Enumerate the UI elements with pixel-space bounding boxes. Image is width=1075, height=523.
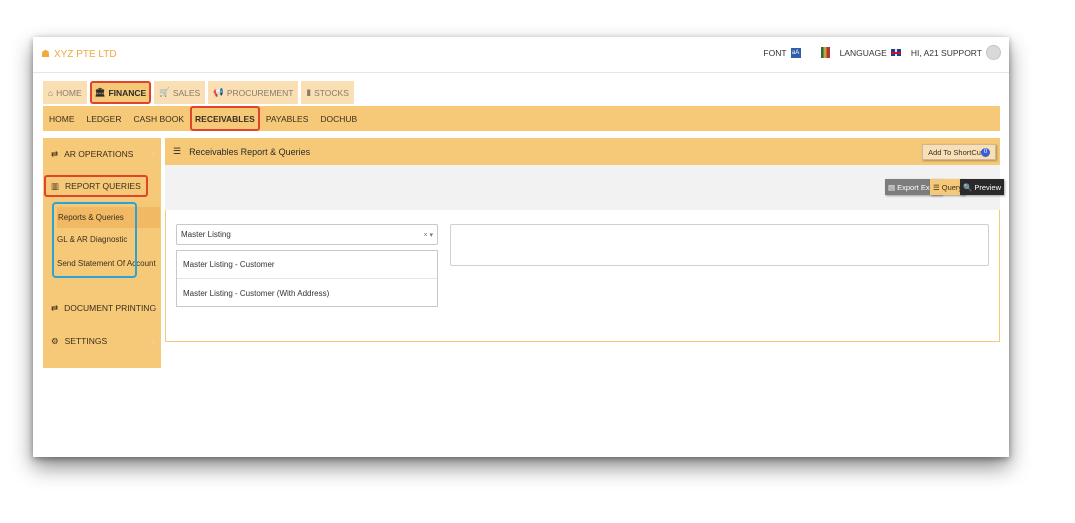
subnav-home[interactable]: HOME	[43, 106, 81, 131]
list-icon: ☰	[933, 182, 940, 192]
book-icon[interactable]	[820, 47, 830, 58]
subnav-payables[interactable]: PAYABLES	[260, 106, 315, 131]
swap-icon: ⇄	[51, 148, 59, 159]
chevron-right-icon: ›	[151, 148, 155, 160]
dropdown-option-master-customer[interactable]: Master Listing - Customer	[177, 251, 437, 279]
highlight-box	[52, 202, 137, 278]
home-icon: ⌂	[48, 87, 54, 98]
file-excel-icon: ▤	[888, 182, 896, 192]
report-select[interactable]: Master Listing × ▾	[176, 224, 438, 245]
page-title: ☰ Receivables Report & Queries	[173, 146, 311, 157]
chevron-right-icon: ›	[151, 302, 155, 314]
user-greeting[interactable]: HI, A21 SUPPORT	[911, 48, 982, 58]
report-parameters-box	[450, 224, 989, 266]
font-label: FONT	[763, 47, 787, 58]
sidebar-item-settings[interactable]: ⚙ SETTINGS ›	[43, 327, 161, 355]
top-header: ☗ XYZ PTE LTD FONT aA LANGUAGE HI, A21 S…	[33, 37, 1009, 73]
main-header: ☰ Receivables Report & Queries Add To Sh…	[165, 138, 1000, 165]
clear-chevron-icon[interactable]: × ▾	[423, 231, 433, 239]
menu-icon[interactable]: ☰	[173, 146, 181, 157]
bar-chart-icon: ▮	[306, 87, 312, 97]
app-window: ☗ XYZ PTE LTD FONT aA LANGUAGE HI, A21 S…	[33, 37, 1009, 457]
sub-navigation: HOME LEDGER CASH BOOK RECEIVABLES PAYABL…	[43, 106, 1000, 131]
subnav-receivables[interactable]: RECEIVABLES	[190, 106, 260, 131]
report-toolbar: ▤ Export Excel ☰ Query 🔍 Preview	[165, 165, 1005, 210]
report-dropdown: Master Listing - Customer Master Listing…	[176, 250, 438, 307]
report-select-value: Master Listing	[181, 230, 231, 239]
sidebar-item-document-printing[interactable]: ⇄ DOCUMENT PRINTING ›	[43, 294, 161, 322]
chevron-right-icon: ›	[151, 335, 155, 347]
gears-icon: ⚙	[51, 335, 59, 346]
language-label: LANGUAGE	[839, 47, 887, 58]
company-name: XYZ PTE LTD	[53, 49, 117, 60]
sidebar-item-report-queries[interactable]: ▥ REPORT QUERIES	[44, 175, 148, 197]
dropdown-option-master-customer-address[interactable]: Master Listing - Customer (With Address)	[177, 279, 437, 307]
subnav-ledger[interactable]: LEDGER	[81, 106, 128, 131]
bar-chart-icon: ▥	[51, 180, 60, 191]
cart-icon: 🛒	[159, 87, 170, 97]
add-to-shortcut-button[interactable]: Add To ShortCut 0	[922, 144, 996, 160]
sidebar-item-ar-operations[interactable]: ⇄ AR OPERATIONS ›	[43, 140, 161, 168]
font-size-icon[interactable]: aA	[790, 47, 801, 58]
shortcut-count-badge: 0	[981, 147, 990, 157]
bank-icon: 🏛	[94, 87, 106, 97]
company-brand[interactable]: ☗ XYZ PTE LTD	[41, 49, 117, 60]
tab-procurement[interactable]: 📢 PROCUREMENT	[208, 81, 299, 104]
tab-stocks[interactable]: ▮ STOCKS	[301, 81, 354, 104]
subnav-dochub[interactable]: DOCHUB	[314, 106, 363, 131]
swap-icon: ⇄	[51, 302, 59, 313]
search-icon: 🔍	[963, 182, 973, 192]
tab-finance[interactable]: 🏛 FINANCE	[89, 81, 152, 104]
tab-sales[interactable]: 🛒 SALES	[154, 81, 206, 104]
uk-flag-icon[interactable]	[890, 49, 901, 56]
tab-home[interactable]: ⌂ HOME	[43, 81, 87, 104]
module-tabs: ⌂ HOME 🏛 FINANCE 🛒 SALES 📢 PROCUREMENT ▮…	[43, 81, 354, 104]
avatar[interactable]	[986, 45, 1001, 60]
preview-button[interactable]: 🔍 Preview	[960, 179, 1005, 195]
header-actions: FONT aA LANGUAGE HI, A21 SUPPORT	[755, 45, 1001, 60]
megaphone-icon: 📢	[213, 87, 224, 97]
subnav-cash-book[interactable]: CASH BOOK	[127, 106, 190, 131]
home-icon: ☗	[41, 49, 50, 60]
